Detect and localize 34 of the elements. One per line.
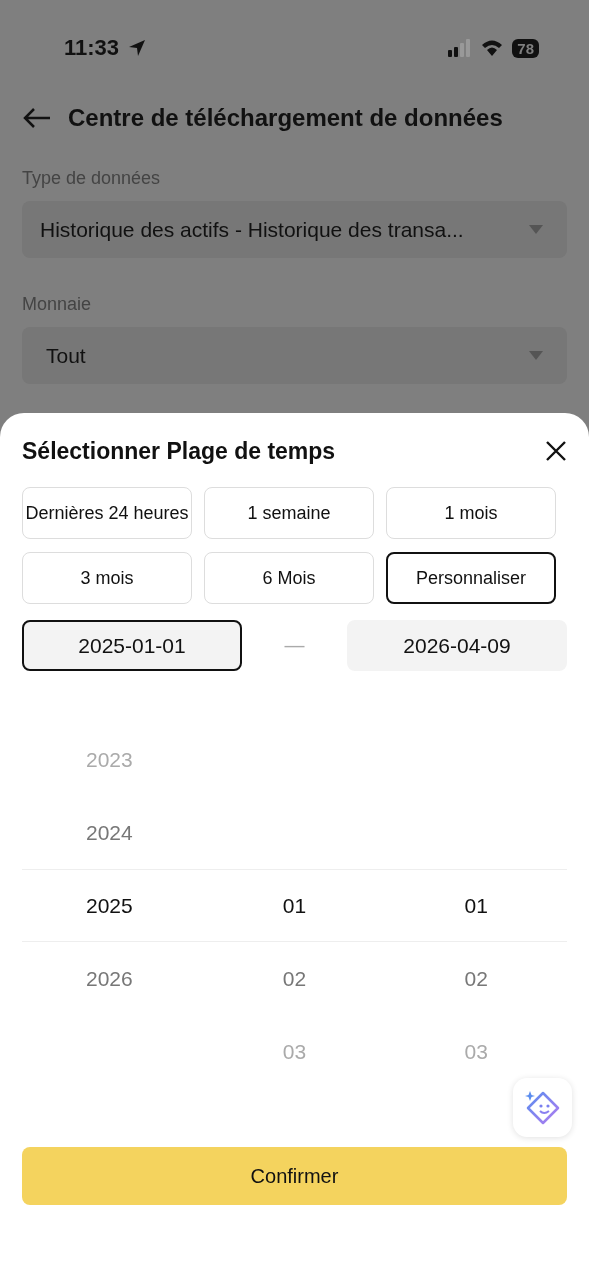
page-title: Centre de téléchargement de données	[68, 104, 503, 132]
close-icon[interactable]	[545, 440, 567, 462]
dropdown-caret-icon	[529, 225, 543, 234]
back-arrow-icon[interactable]	[22, 107, 52, 129]
confirm-button[interactable]: Confirmer	[22, 1147, 567, 1205]
end-date-field[interactable]: 2026-04-09	[347, 620, 567, 671]
field-label: Monnaie	[22, 294, 93, 315]
wheel-item[interactable]: 01	[282, 869, 307, 942]
dropdown-field[interactable]: Tout	[22, 327, 567, 384]
wheel-item[interactable]: 02	[464, 942, 488, 1015]
dropdown-field[interactable]: Historique des actifs - Historique des transa...	[22, 201, 567, 258]
signal-icon	[448, 39, 473, 57]
wheel-item[interactable]: 02	[282, 942, 307, 1015]
clock-time: 11:33	[64, 35, 120, 61]
sheet-title: Sélectionner Plage de temps	[22, 437, 336, 465]
date-wheel-picker[interactable]: 2023 2024 2025 2026 01 02 03 01 02 03	[22, 671, 567, 1127]
battery-level: 78	[512, 38, 539, 58]
range-option-button[interactable]: 3 mois	[22, 552, 192, 604]
range-option-button[interactable]: 6 Mois	[204, 552, 374, 604]
field-label: Type de données	[22, 168, 162, 189]
range-option-button[interactable]: Personnaliser	[386, 552, 556, 604]
date-separator: —	[284, 634, 305, 657]
start-date-field[interactable]: 2025-01-01	[22, 620, 242, 671]
assistant-button[interactable]	[513, 1078, 572, 1137]
wheel-item[interactable]: 01	[464, 869, 488, 942]
range-option-button[interactable]: Dernières 24 heures	[22, 487, 192, 539]
wheel-item[interactable]: 2025	[22, 869, 197, 942]
wheel-item[interactable]: 2024	[22, 796, 197, 869]
location-arrow-icon	[127, 38, 148, 58]
wheel-item[interactable]: 2026	[22, 942, 197, 1015]
dropdown-caret-icon	[529, 351, 543, 360]
range-option-button[interactable]: 1 semaine	[204, 487, 374, 539]
wifi-icon	[480, 39, 505, 57]
range-option-button[interactable]: 1 mois	[386, 487, 556, 539]
